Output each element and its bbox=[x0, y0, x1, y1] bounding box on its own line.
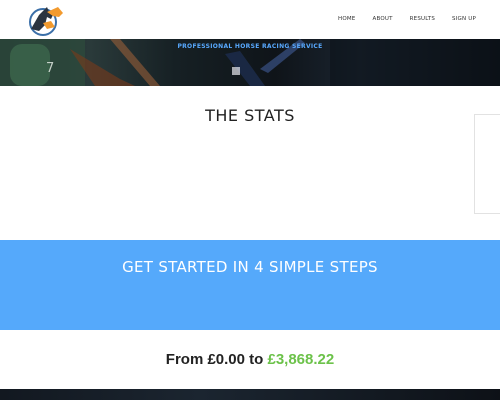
svg-text:7: 7 bbox=[46, 61, 54, 76]
nav-results-link[interactable]: RESULTS bbox=[410, 14, 435, 24]
side-widget-panel[interactable] bbox=[474, 114, 500, 214]
nav-signup-link[interactable]: SIGN UP bbox=[452, 14, 476, 24]
hero-banner: 7 PROFESSIONAL HORSE RACING SERVICE bbox=[0, 39, 500, 86]
profit-summary: From £0.00 to £3,868.22 bbox=[0, 351, 500, 368]
stats-heading: THE STATS bbox=[205, 106, 295, 125]
get-started-section bbox=[0, 240, 500, 330]
get-started-heading: GET STARTED IN 4 SIMPLE STEPS bbox=[122, 258, 378, 276]
horse-logo-icon[interactable] bbox=[25, 3, 67, 37]
main-nav: HOME ABOUT RESULTS SIGN UP bbox=[321, 14, 476, 24]
nav-home-link[interactable]: HOME bbox=[338, 14, 356, 24]
hero-tagline: PROFESSIONAL HORSE RACING SERVICE bbox=[177, 43, 323, 50]
profit-prefix: From £0.00 to bbox=[165, 351, 264, 368]
footer-image-strip bbox=[0, 389, 500, 400]
nav-about-link[interactable]: ABOUT bbox=[372, 14, 392, 24]
profit-amount: £3,868.22 bbox=[267, 351, 335, 368]
top-navbar: HOME ABOUT RESULTS SIGN UP bbox=[0, 0, 500, 39]
